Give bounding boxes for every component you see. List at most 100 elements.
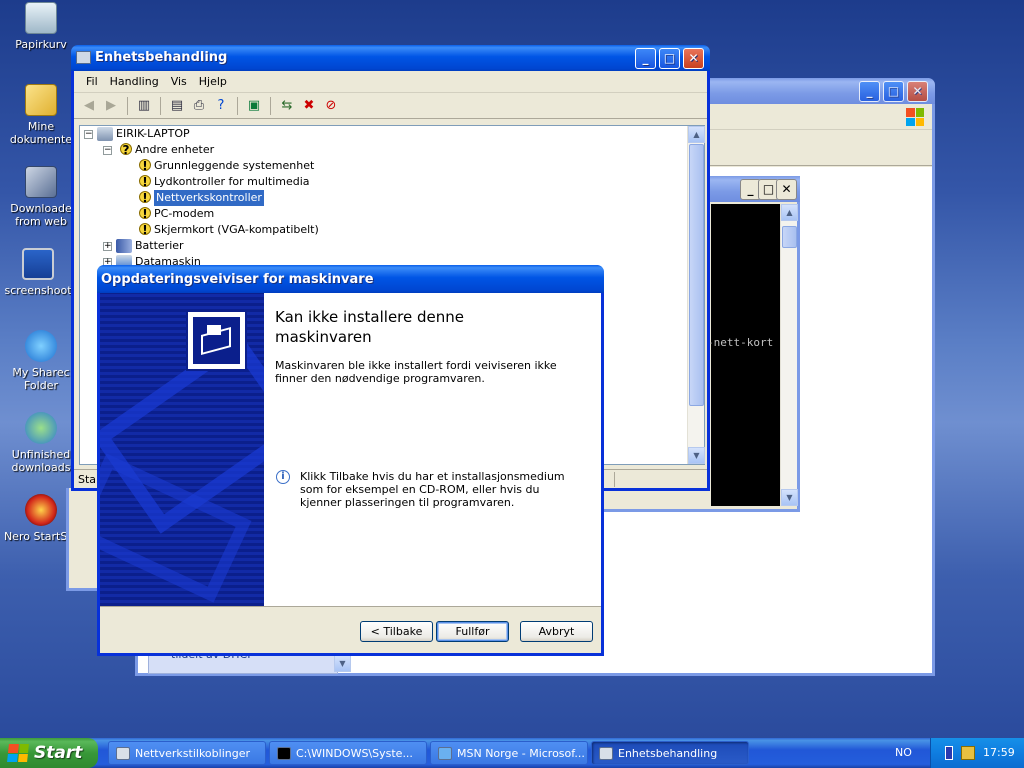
tree-item[interactable]: ! PC-modem bbox=[135, 206, 214, 222]
back-button[interactable]: < Tilbake bbox=[360, 621, 433, 642]
system-tray: 17:59 bbox=[930, 738, 1024, 768]
desktop-icon-label: Mine dokumente bbox=[9, 120, 73, 146]
menu-view[interactable]: Vis bbox=[165, 75, 193, 88]
unfinished-downloads-icon bbox=[25, 412, 57, 444]
nero-icon bbox=[25, 494, 57, 526]
hardware-icon bbox=[186, 310, 247, 371]
scroll-up-arrow[interactable]: ▲ bbox=[688, 126, 705, 143]
warning-device-icon: ! bbox=[135, 223, 151, 237]
taskbar-item-msn[interactable]: MSN Norge - Microsof... bbox=[430, 741, 588, 765]
forward-arrow-icon[interactable]: ▶ bbox=[102, 97, 120, 115]
desktop-icon-screenshoot[interactable]: screenshoot bbox=[0, 248, 78, 297]
tree-item[interactable]: ! Skjermkort (VGA-kompatibelt) bbox=[135, 222, 319, 238]
dialog-body: Kan ikke installere denne maskinvaren Ma… bbox=[100, 293, 601, 606]
dialog-heading: Kan ikke installere denne maskinvaren bbox=[275, 308, 464, 346]
scroll-down-arrow[interactable]: ▼ bbox=[688, 447, 705, 464]
unknown-device-icon: ? bbox=[116, 143, 132, 157]
help-icon[interactable]: ? bbox=[212, 97, 230, 115]
properties-icon[interactable]: ▤ bbox=[168, 97, 186, 115]
collapse-toggle[interactable]: − bbox=[103, 145, 112, 155]
tree-item-selected[interactable]: ! Nettverkskontroller bbox=[135, 190, 264, 206]
windows-logo-icon bbox=[7, 744, 29, 762]
close-button[interactable]: ✕ bbox=[907, 81, 928, 102]
taskbar-item-device-manager[interactable]: Enhetsbehandling bbox=[591, 741, 749, 765]
monitor-icon bbox=[22, 248, 54, 280]
tree-item[interactable]: ! Grunnleggende systemenhet bbox=[135, 158, 314, 174]
close-button[interactable]: ✕ bbox=[776, 179, 797, 200]
minimize-button[interactable]: _ bbox=[635, 48, 656, 69]
battery-icon bbox=[116, 239, 132, 253]
start-button[interactable]: Start bbox=[0, 738, 98, 768]
desktop-icon-label: screenshoot bbox=[4, 284, 72, 297]
print-icon[interactable]: ⎙ bbox=[190, 97, 208, 115]
desktop-icon-label: Papirkurv bbox=[15, 38, 67, 51]
computer-icon bbox=[599, 747, 613, 760]
network-icon bbox=[116, 747, 130, 760]
desktop-icon-label: Unfinished downloads bbox=[11, 448, 71, 474]
desktop-icon-downloads[interactable]: Downloade from web bbox=[1, 166, 81, 228]
tree-scrollbar[interactable]: ▲ ▼ bbox=[687, 126, 705, 464]
console-tree-icon[interactable]: ▥ bbox=[135, 97, 153, 115]
desktop-icon-my-documents[interactable]: Mine dokumente bbox=[1, 84, 81, 146]
toolbar: ◀ ▶ ▥ ▤ ⎙ ? ▣ ⇆ ✖ ⊘ bbox=[74, 93, 707, 119]
computer-icon bbox=[97, 127, 113, 141]
title-bar[interactable]: Enhetsbehandling _ □ ✕ bbox=[71, 45, 710, 71]
cancel-button[interactable]: Avbryt bbox=[520, 621, 593, 642]
language-indicator[interactable]: NO bbox=[895, 738, 912, 768]
scroll-thumb[interactable] bbox=[689, 144, 704, 406]
warning-device-icon: ! bbox=[135, 207, 151, 221]
update-driver-icon[interactable]: ⇆ bbox=[278, 97, 296, 115]
taskbar-item-network-connections[interactable]: Nettverkstilkoblinger bbox=[108, 741, 266, 765]
console-scrollbar[interactable]: ▲ ▼ bbox=[780, 204, 798, 506]
tree-item[interactable]: ! Lydkontroller for multimedia bbox=[135, 174, 310, 190]
desktop-icon-recycle-bin[interactable]: Papirkurv bbox=[1, 2, 81, 51]
finish-button[interactable]: Fullfør bbox=[436, 621, 509, 642]
taskbar: Start Nettverkstilkoblinger C:\WINDOWS\S… bbox=[0, 738, 1024, 768]
dialog-info: Klikk Tilbake hvis du har et installasjo… bbox=[300, 470, 565, 509]
dialog-message: Maskinvaren ble ikke installert fordi ve… bbox=[275, 359, 557, 385]
menu-action[interactable]: Handling bbox=[104, 75, 165, 88]
windows-logo-icon bbox=[906, 108, 924, 126]
window-title: Enhetsbehandling bbox=[95, 50, 228, 65]
network-tray-icon[interactable] bbox=[961, 746, 975, 760]
internet-explorer-icon bbox=[438, 747, 452, 760]
maximize-button[interactable]: □ bbox=[659, 48, 680, 69]
uninstall-icon[interactable]: ✖ bbox=[300, 97, 318, 115]
dialog-title: Oppdateringsveiviser for maskinvare bbox=[101, 272, 374, 287]
close-button[interactable]: ✕ bbox=[683, 48, 704, 69]
scroll-thumb[interactable] bbox=[782, 226, 797, 248]
scroll-up-arrow[interactable]: ▲ bbox=[781, 204, 798, 221]
battery-tray-icon[interactable] bbox=[945, 746, 953, 760]
menu-file[interactable]: Fil bbox=[80, 75, 104, 88]
computer-icon bbox=[76, 51, 91, 64]
minimize-button[interactable]: _ bbox=[859, 81, 880, 102]
scan-hardware-icon[interactable]: ▣ bbox=[245, 97, 263, 115]
dialog-title-bar[interactable]: Oppdateringsveiviser for maskinvare bbox=[97, 265, 604, 293]
desktop-icon-unfinished-downloads[interactable]: Unfinished downloads bbox=[1, 412, 81, 474]
maximize-button[interactable]: □ bbox=[883, 81, 904, 102]
warning-device-icon: ! bbox=[135, 159, 151, 173]
taskbar-item-command-prompt[interactable]: C:\WINDOWS\Syste... bbox=[269, 741, 427, 765]
disable-icon[interactable]: ⊘ bbox=[322, 97, 340, 115]
console-icon bbox=[277, 747, 291, 760]
warning-device-icon: ! bbox=[135, 191, 151, 205]
desktop-icon-shared-folder[interactable]: My Sharec Folder bbox=[1, 330, 81, 392]
collapse-toggle[interactable]: − bbox=[84, 129, 93, 139]
recycle-bin-icon bbox=[25, 2, 57, 34]
dropdown-arrow[interactable]: ▼ bbox=[334, 655, 351, 672]
warning-device-icon: ! bbox=[135, 175, 151, 189]
info-icon: i bbox=[276, 470, 290, 484]
update-wizard-dialog[interactable]: Oppdateringsveiviser for maskinvare Kan … bbox=[97, 265, 604, 656]
expand-toggle[interactable]: + bbox=[103, 241, 112, 251]
tree-root[interactable]: − EIRIK-LAPTOP bbox=[84, 126, 190, 142]
shared-folder-icon bbox=[25, 330, 57, 362]
my-documents-icon bbox=[25, 84, 57, 116]
tree-group-other-devices[interactable]: − ? Andre enheter bbox=[103, 142, 214, 158]
console-text: -nett-kort bbox=[707, 336, 774, 349]
back-arrow-icon[interactable]: ◀ bbox=[80, 97, 98, 115]
scroll-down-arrow[interactable]: ▼ bbox=[781, 489, 798, 506]
tree-group-batteries[interactable]: + Batterier bbox=[103, 238, 184, 254]
desktop-icon-label: My Sharec Folder bbox=[12, 366, 70, 392]
menu-help[interactable]: Hjelp bbox=[193, 75, 233, 88]
desktop-icon-label: Downloade from web bbox=[10, 202, 72, 228]
